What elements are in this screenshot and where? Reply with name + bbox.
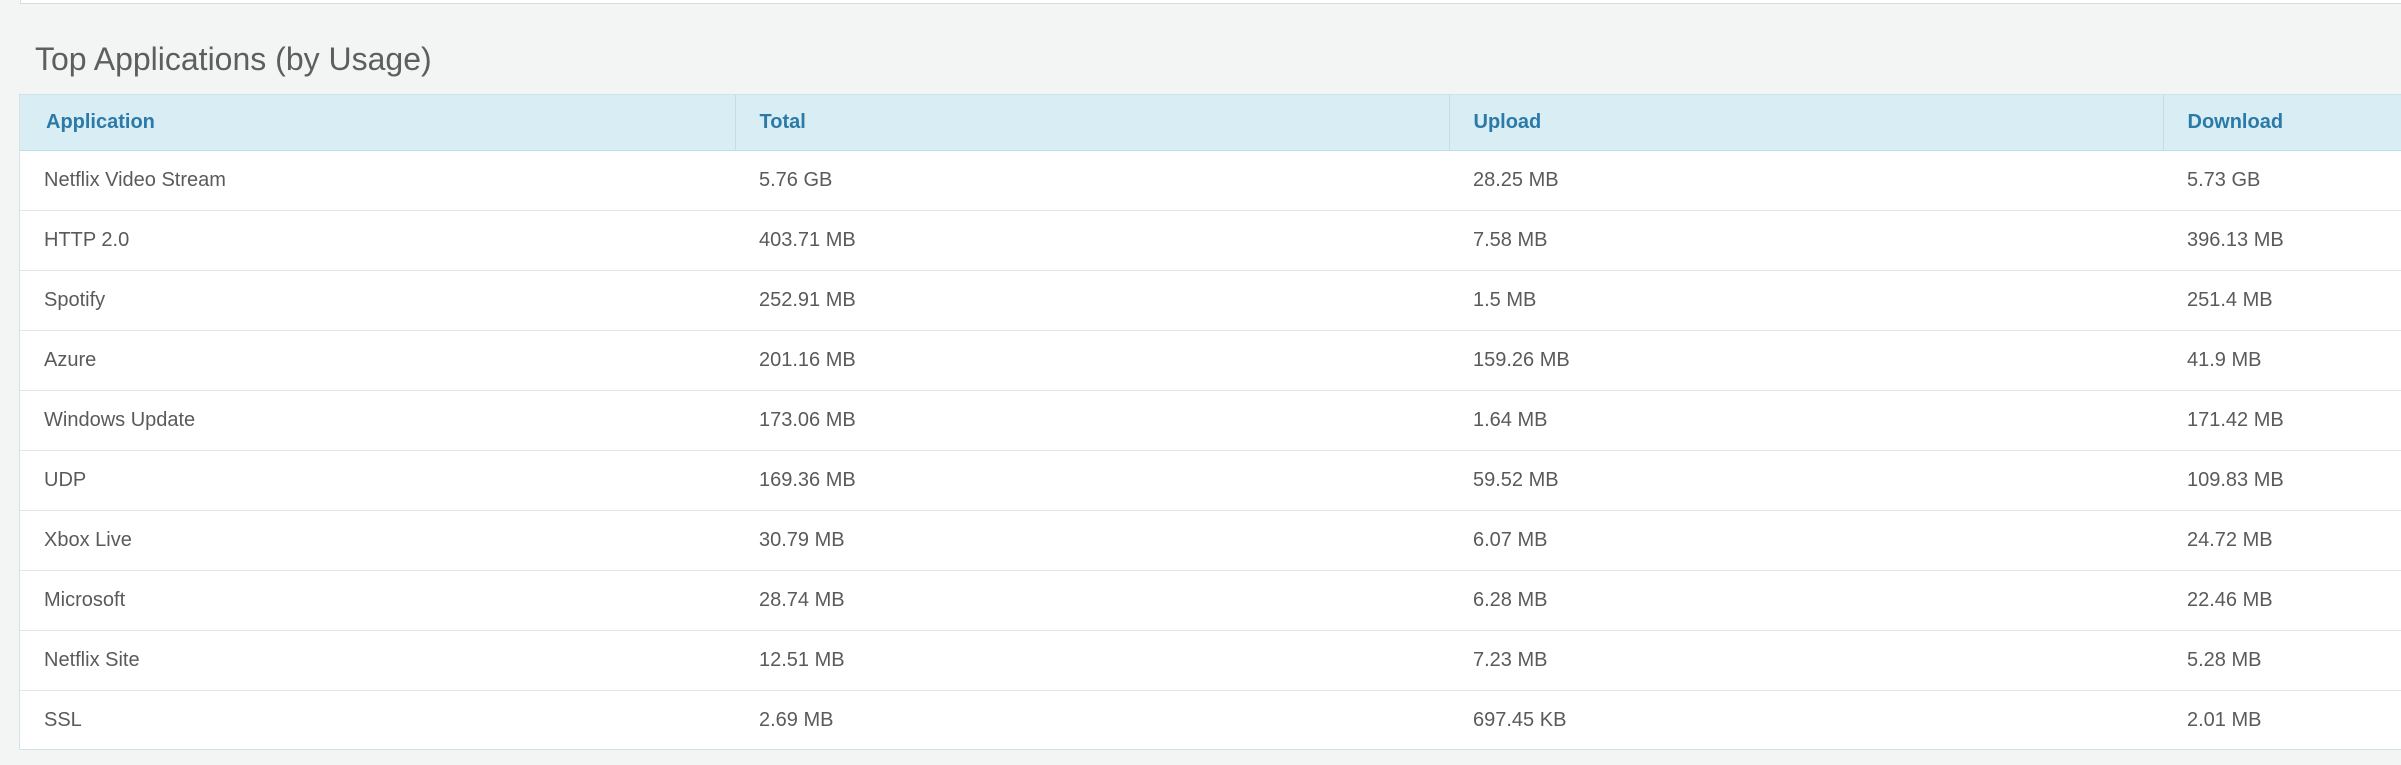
table-header-row: Application Total Upload Download [20,95,2401,151]
cell-upload: 7.23 MB [1473,648,1548,671]
table-row: Xbox Live 30.79 MB 6.07 MB 24.72 MB [20,510,2401,570]
table-row: UDP 169.36 MB 59.52 MB 109.83 MB [20,450,2401,510]
table-row: Microsoft 28.74 MB 6.28 MB 22.46 MB [20,570,2401,630]
cell-download: 396.13 MB [2187,228,2284,251]
cell-total: 30.79 MB [759,528,845,551]
cell-upload: 28.25 MB [1473,168,1559,191]
cell-download: 109.83 MB [2187,468,2284,491]
cell-download: 171.42 MB [2187,408,2284,431]
cell-download: 5.73 GB [2187,168,2261,191]
cell-total: 12.51 MB [759,648,845,671]
cell-application: UDP [44,468,87,491]
cell-total: 403.71 MB [759,228,856,251]
table-row: Netflix Site 12.51 MB 7.23 MB 5.28 MB [20,630,2401,690]
cell-application: Azure [44,348,97,371]
cell-download: 5.28 MB [2187,648,2262,671]
cell-total: 5.76 GB [759,168,833,191]
table-row: Azure 201.16 MB 159.26 MB 41.9 MB [20,330,2401,390]
column-header-upload[interactable]: Upload [1449,95,2164,151]
cell-upload: 59.52 MB [1473,468,1559,491]
column-header-total[interactable]: Total [735,95,1450,151]
cell-download: 2.01 MB [2187,708,2262,731]
cell-upload: 1.64 MB [1473,408,1548,431]
cell-total: 201.16 MB [759,348,856,371]
cell-application: Windows Update [44,408,196,431]
top-applications-table: Application Total Upload Download Netfli… [20,95,2401,749]
cell-upload: 697.45 KB [1473,708,1567,731]
table-row: SSL 2.69 MB 697.45 KB 2.01 MB [20,690,2401,749]
cell-upload: 7.58 MB [1473,228,1548,251]
cell-upload: 1.5 MB [1473,288,1537,311]
cell-application: Xbox Live [44,528,132,551]
column-header-application[interactable]: Application [20,95,736,151]
cell-total: 28.74 MB [759,588,845,611]
cell-application: HTTP 2.0 [44,228,130,251]
cell-download: 251.4 MB [2187,288,2273,311]
table-row: Windows Update 173.06 MB 1.64 MB 171.42 … [20,390,2401,450]
cell-application: SSL [44,708,82,731]
cell-application: Spotify [44,288,106,311]
table-row: Spotify 252.91 MB 1.5 MB 251.4 MB [20,270,2401,330]
cell-upload: 159.26 MB [1473,348,1570,371]
cell-application: Netflix Site [44,648,140,671]
table-row: HTTP 2.0 403.71 MB 7.58 MB 396.13 MB [20,210,2401,270]
cell-download: 41.9 MB [2187,348,2262,371]
cell-download: 22.46 MB [2187,588,2273,611]
column-header-download[interactable]: Download [2163,95,2401,151]
cell-total: 252.91 MB [759,288,856,311]
top-applications-table-panel: Application Total Upload Download Netfli… [19,94,2401,750]
cell-total: 173.06 MB [759,408,856,431]
cell-application: Microsoft [44,588,126,611]
cell-total: 2.69 MB [759,708,834,731]
previous-panel-edge [20,0,2401,4]
cell-upload: 6.07 MB [1473,528,1548,551]
table-row: Netflix Video Stream 5.76 GB 28.25 MB 5.… [20,150,2401,210]
cell-upload: 6.28 MB [1473,588,1548,611]
cell-total: 169.36 MB [759,468,856,491]
cell-application: Netflix Video Stream [44,168,226,191]
cell-download: 24.72 MB [2187,528,2273,551]
section-title: Top Applications (by Usage) [35,41,432,77]
